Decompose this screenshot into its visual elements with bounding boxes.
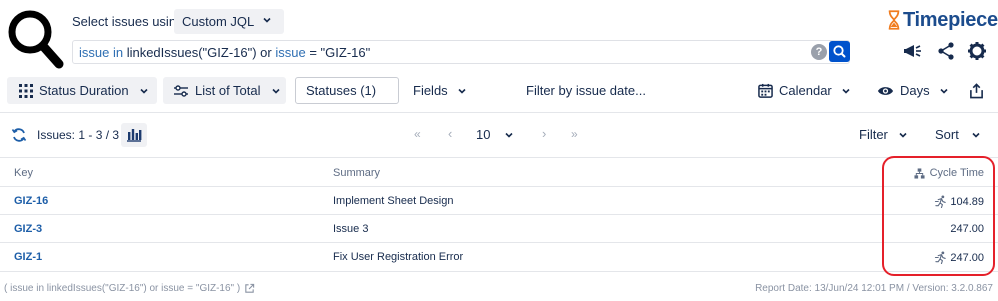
sort-button[interactable]: Sort (935, 127, 981, 142)
settings-icon[interactable] (966, 40, 988, 62)
external-link-icon[interactable] (244, 283, 255, 294)
cycle-time-highlight-box (882, 156, 995, 276)
sliders-icon (174, 84, 188, 97)
results-bar: Issues: 1 - 3 / 3 « ‹ 10 › » Filter Sort (0, 113, 998, 157)
search-button[interactable] (829, 41, 850, 62)
filter-by-date-button[interactable]: Filter by issue date... (526, 77, 646, 104)
divider (0, 157, 998, 158)
table-row: GIZ-1 Fix User Registration Error 247.00 (0, 242, 998, 270)
table-row: GIZ-3 Issue 3 247.00 (0, 214, 998, 242)
calendar-button[interactable]: Calendar (758, 77, 851, 104)
timepiece-logo: Timepiece (887, 8, 998, 32)
search-icon (833, 45, 846, 58)
export-icon (970, 82, 983, 98)
footer-query-text: ( issue in linkedIssues("GIZ-16") or iss… (4, 283, 241, 294)
chevron-down-icon (140, 88, 148, 94)
export-button[interactable] (969, 77, 984, 104)
filter-label: Filter (859, 127, 888, 142)
footer-report-date: Report Date: 13/Jun/24 12:01 PM / Versio… (755, 283, 993, 294)
jql-mode-value: Custom JQL (182, 14, 255, 29)
next-page-icon[interactable]: › (542, 126, 546, 141)
issue-key-link[interactable]: GIZ-16 (14, 195, 48, 207)
list-of-total-label: List of Total (195, 83, 261, 98)
issue-summary: Fix User Registration Error (333, 251, 464, 263)
chevron-down-icon (271, 88, 280, 94)
table-row: GIZ-16 Implement Sheet Design 104.89 (0, 186, 998, 214)
sort-label: Sort (935, 127, 959, 142)
filter-button[interactable]: Filter (859, 127, 908, 142)
select-issues-label: Select issues using (72, 14, 184, 29)
list-of-total-button[interactable]: List of Total (163, 77, 286, 104)
share-icon[interactable] (935, 40, 957, 62)
jql-input[interactable]: issue in linkedIssues("GIZ-16") or issue… (72, 40, 850, 64)
statuses-label: Statuses (1) (306, 83, 377, 98)
chevron-down-icon (458, 88, 466, 94)
column-header-key[interactable]: Key (14, 167, 33, 179)
grid-icon (19, 83, 33, 98)
chevron-down-icon (263, 17, 271, 23)
top-header: Select issues using Custom JQL issue in … (0, 0, 998, 74)
chart-toggle-button[interactable] (121, 123, 147, 147)
status-duration-button[interactable]: Status Duration (7, 77, 157, 104)
chevron-down-icon (505, 132, 514, 138)
table-header: Key Summary Cycle Time (0, 160, 998, 186)
bar-chart-icon (127, 129, 142, 142)
jql-text: linkedIssues("GIZ-16") or (123, 44, 276, 60)
days-label: Days (900, 83, 930, 98)
column-header-summary[interactable]: Summary (333, 167, 380, 179)
first-page-icon[interactable]: « (414, 127, 421, 141)
issues-count: Issues: 1 - 3 / 3 (37, 128, 120, 142)
issue-key-link[interactable]: GIZ-3 (14, 223, 42, 235)
logo-text: Timepiece (903, 8, 998, 31)
status-duration-label: Status Duration (39, 83, 129, 98)
page-size-select[interactable]: 10 (476, 127, 514, 142)
filter-by-date-label: Filter by issue date... (526, 83, 646, 98)
help-icon[interactable]: ? (811, 44, 827, 60)
calendar-label: Calendar (779, 83, 832, 98)
prev-page-icon[interactable]: ‹ (448, 126, 452, 141)
jql-mode-select[interactable]: Custom JQL (174, 9, 284, 34)
announce-icon[interactable] (902, 40, 924, 62)
fields-label: Fields (413, 83, 448, 98)
issue-summary: Implement Sheet Design (333, 195, 454, 207)
refresh-icon[interactable] (11, 127, 27, 143)
divider (0, 271, 998, 272)
fields-button[interactable]: Fields (413, 77, 467, 104)
issue-summary: Issue 3 (333, 223, 369, 235)
jql-text: = "GIZ-16" (305, 44, 371, 60)
footer-query: ( issue in linkedIssues("GIZ-16") or iss… (4, 283, 255, 294)
days-button[interactable]: Days (877, 77, 949, 104)
jql-keyword: issue in (79, 44, 124, 60)
eye-icon (877, 86, 894, 95)
statuses-button[interactable]: Statuses (1) (295, 77, 399, 104)
chevron-down-icon (940, 88, 948, 94)
page-size-value: 10 (476, 127, 491, 142)
chevron-down-icon (972, 132, 980, 138)
calendar-icon (758, 83, 773, 98)
chevron-down-icon (842, 88, 850, 94)
jql-keyword: issue (275, 44, 306, 60)
report-toolbar: Status Duration List of Total Statuses (… (0, 74, 998, 112)
issue-key-link[interactable]: GIZ-1 (14, 251, 42, 263)
hourglass-icon (888, 10, 900, 30)
chevron-down-icon (899, 132, 907, 138)
magnifier-logo-icon (8, 10, 64, 69)
last-page-icon[interactable]: » (571, 127, 578, 141)
